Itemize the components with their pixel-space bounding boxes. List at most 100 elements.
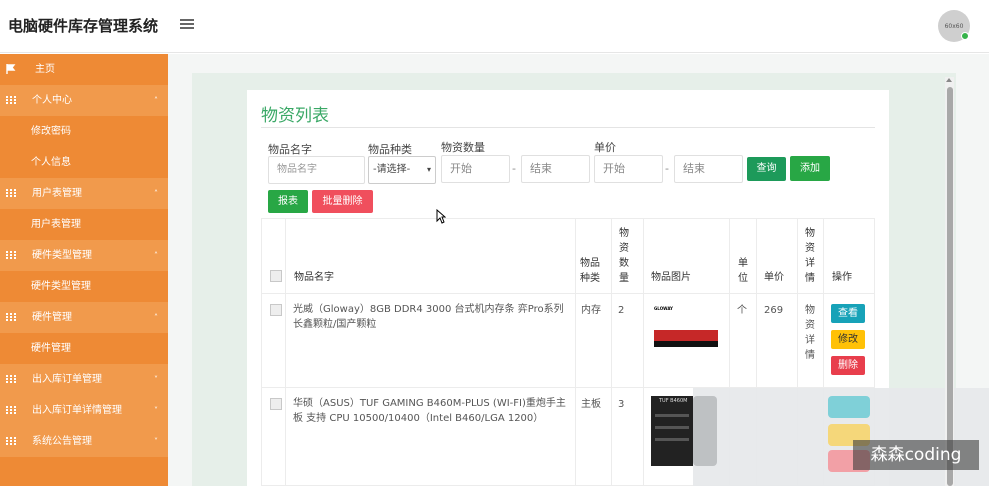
- row-item-quantity: 3: [618, 399, 625, 410]
- chevron-icon: ˄: [154, 189, 158, 198]
- scroll-up-arrow-icon[interactable]: [946, 78, 952, 82]
- hamburger-menu-icon[interactable]: [180, 16, 196, 32]
- sidebar-item-label: 出入库订单管理: [32, 374, 102, 385]
- sidebar-item-label: 硬件管理: [31, 343, 71, 354]
- row-item-type: 内存: [581, 305, 601, 316]
- table-row-divider: [261, 293, 875, 294]
- row-item-quantity: 2: [618, 305, 625, 316]
- sidebar-item-1[interactable]: 修改密码: [0, 116, 168, 147]
- sidebar-item-label: 硬件类型管理: [32, 250, 92, 261]
- row-checkbox[interactable]: [270, 304, 282, 316]
- row-item-name: 光威（Gloway）8GB DDR4 3000 台式机内存条 弈Pro系列 长鑫…: [293, 304, 564, 330]
- sidebar-item-label: 主页: [35, 64, 55, 75]
- page-title: 物资列表: [261, 106, 329, 126]
- chevron-icon: ˄: [154, 313, 158, 322]
- sidebar-item-11[interactable]: ˅ 系统公告管理: [0, 426, 168, 457]
- sidebar-item-5[interactable]: ˄ 硬件类型管理: [0, 240, 168, 271]
- header-unit: 单 位: [738, 258, 748, 284]
- row-item-price: 269: [764, 305, 784, 316]
- qty-filter-label: 物资数量: [441, 141, 485, 154]
- sidebar-item-9[interactable]: ˅ 出入库订单管理: [0, 364, 168, 395]
- grid-menu-icon: [6, 313, 16, 322]
- sidebar-item-label: 用户表管理: [32, 188, 82, 199]
- price-end-input[interactable]: 结束: [674, 155, 743, 183]
- image-caption: GLOWAY: [654, 306, 673, 311]
- report-button[interactable]: 报表: [268, 190, 308, 213]
- product-image: GLOWAY: [651, 303, 720, 372]
- table-column-divider: [285, 218, 286, 486]
- header-name: 物品名字: [294, 272, 334, 283]
- row-item-unit: 个: [737, 305, 747, 316]
- sidebar-item-8[interactable]: 硬件管理: [0, 333, 168, 364]
- chevron-icon: ˅: [154, 437, 158, 446]
- grid-menu-icon: [6, 96, 16, 105]
- product-image: TUF B460M: [651, 396, 693, 466]
- sidebar-item-label: 出入库订单详情管理: [32, 405, 122, 416]
- user-avatar[interactable]: 60x60: [938, 10, 970, 42]
- grid-menu-icon: [6, 251, 16, 260]
- flag-icon: [6, 64, 16, 74]
- header-actions: 操作: [832, 272, 852, 283]
- blurred-view-button: [828, 396, 870, 418]
- name-filter-label: 物品名字: [268, 143, 312, 156]
- sidebar-item-7[interactable]: ˄ 硬件管理: [0, 302, 168, 333]
- header-image: 物品图片: [651, 272, 691, 283]
- chevron-icon: ˄: [154, 251, 158, 260]
- table-column-divider: [611, 218, 612, 486]
- table-column-divider: [643, 218, 644, 486]
- chevron-icon: ˅: [154, 375, 158, 384]
- sidebar-item-home[interactable]: 主页: [0, 54, 168, 85]
- sidebar-item-2[interactable]: 个人信息: [0, 147, 168, 178]
- row-item-name: 华硕（ASUS）TUF GAMING B460M-PLUS (WI-FI)重炮手…: [293, 398, 566, 424]
- search-button[interactable]: 查询: [747, 157, 786, 181]
- image-caption: TUF B460M: [659, 398, 688, 404]
- header-quantity: 物 资 数 量: [619, 228, 629, 284]
- type-filter-label: 物品种类: [368, 143, 412, 156]
- sidebar-item-10[interactable]: ˅ 出入库订单详情管理: [0, 395, 168, 426]
- select-all-checkbox[interactable]: [270, 270, 282, 282]
- chevron-down-icon: ▾: [426, 165, 431, 174]
- row-checkbox[interactable]: [270, 398, 282, 410]
- title-divider: [261, 127, 875, 128]
- view-button[interactable]: 查看: [831, 304, 865, 323]
- price-filter-label: 单价: [594, 141, 616, 154]
- sidebar-item-label: 硬件管理: [32, 312, 72, 323]
- qty-end-input[interactable]: 结束: [521, 155, 590, 183]
- delete-button[interactable]: 删除: [831, 356, 865, 375]
- online-status-dot: [961, 32, 969, 40]
- grid-menu-icon: [6, 437, 16, 446]
- qty-start-input[interactable]: 开始: [441, 155, 510, 183]
- sidebar-item-label: 个人中心: [32, 95, 72, 106]
- header-type: 物品 种类: [580, 258, 600, 284]
- sidebar-item-3[interactable]: ˄ 用户表管理: [0, 178, 168, 209]
- table-column-divider: [575, 218, 576, 486]
- sidebar-item-label: 用户表管理: [31, 219, 81, 230]
- price-range-separator: -: [665, 162, 669, 175]
- sidebar-item-label: 个人信息: [31, 157, 71, 168]
- chevron-icon: ˅: [154, 406, 158, 415]
- batch-delete-button[interactable]: 批量删除: [312, 190, 373, 213]
- sidebar-item-6[interactable]: 硬件类型管理: [0, 271, 168, 302]
- avatar-placeholder-text: 60x60: [944, 22, 964, 30]
- grid-menu-icon: [6, 406, 16, 415]
- price-start-input[interactable]: 开始: [594, 155, 663, 183]
- name-filter-input[interactable]: 物品名字: [268, 156, 365, 184]
- row-item-type: 主板: [581, 399, 601, 410]
- qty-range-separator: -: [512, 162, 516, 175]
- edit-button[interactable]: 修改: [831, 330, 865, 349]
- sidebar-item-label: 修改密码: [31, 126, 71, 137]
- chevron-icon: ˄: [154, 96, 158, 105]
- top-navbar: 电脑硬件库存管理系统 60x60: [0, 0, 989, 53]
- row-item-detail[interactable]: 物 资 详 情: [805, 303, 815, 363]
- header-detail: 物 资 详 情: [805, 228, 815, 284]
- sidebar-item-0[interactable]: ˄ 个人中心: [0, 85, 168, 116]
- grid-menu-icon: [6, 375, 16, 384]
- blurred-image: [693, 396, 717, 466]
- type-filter-select[interactable]: -请选择- ▾: [368, 156, 436, 184]
- watermark-text: 森森coding: [853, 440, 979, 470]
- add-button[interactable]: 添加: [790, 156, 830, 181]
- scrollbar-thumb[interactable]: [947, 87, 953, 486]
- type-select-value: -请选择-: [373, 164, 411, 175]
- sidebar-item-label: 硬件类型管理: [31, 281, 91, 292]
- sidebar-item-4[interactable]: 用户表管理: [0, 209, 168, 240]
